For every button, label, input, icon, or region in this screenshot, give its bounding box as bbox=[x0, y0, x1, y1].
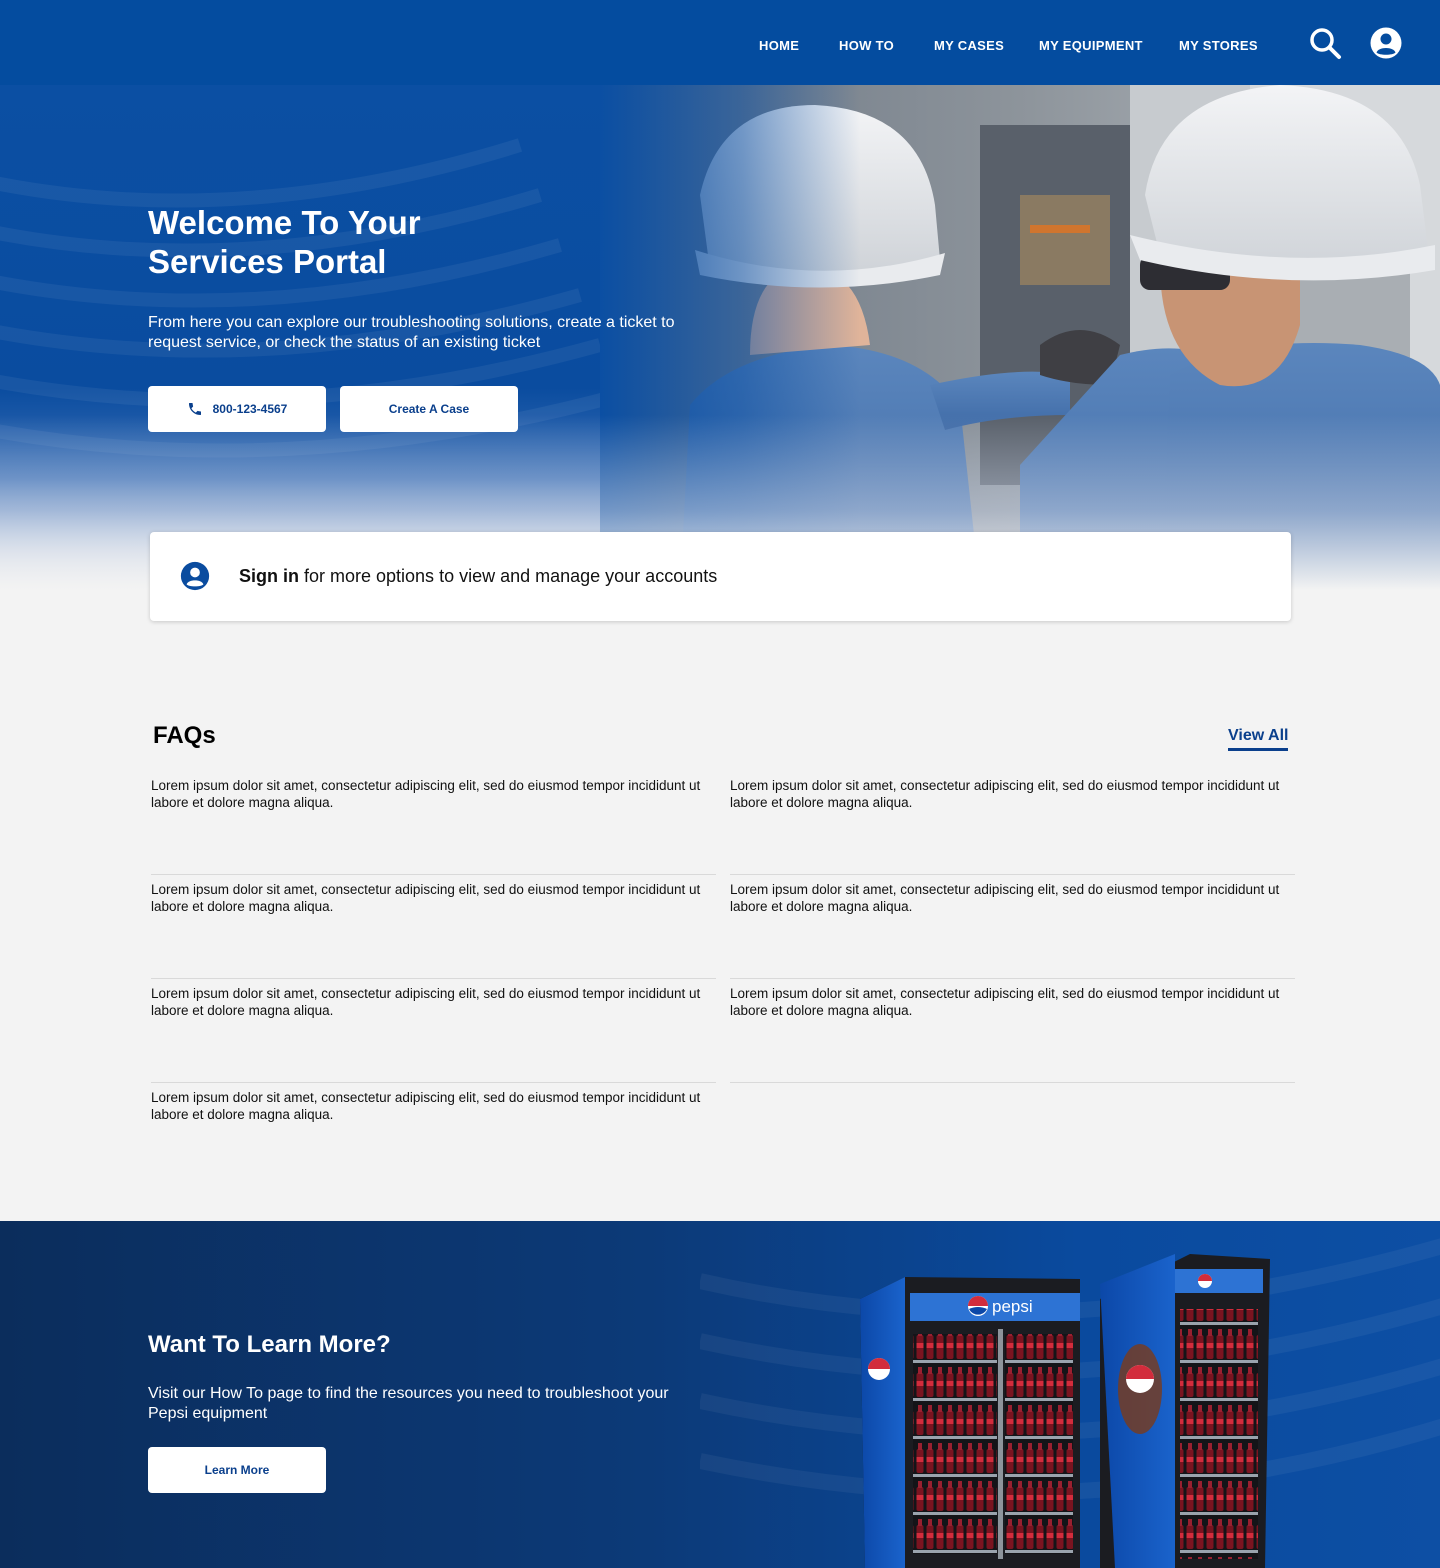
nav-item-home[interactable]: HOME bbox=[759, 38, 799, 53]
account-icon[interactable] bbox=[1369, 26, 1403, 60]
hero-title: Welcome To Your Services Portal bbox=[148, 203, 568, 281]
faq-item[interactable]: Lorem ipsum dolor sit amet, consectetur … bbox=[151, 875, 716, 979]
cooler-brand-text: pepsi bbox=[992, 1297, 1033, 1316]
faq-question: Lorem ipsum dolor sit amet, consectetur … bbox=[151, 882, 701, 914]
faq-item[interactable]: Lorem ipsum dolor sit amet, consectetur … bbox=[730, 979, 1295, 1083]
faq-item[interactable]: Lorem ipsum dolor sit amet, consectetur … bbox=[730, 875, 1295, 979]
faq-item[interactable]: Lorem ipsum dolor sit amet, consectetur … bbox=[151, 979, 716, 1083]
faq-question: Lorem ipsum dolor sit amet, consectetur … bbox=[730, 778, 1280, 810]
nav-links: HOME HOW TO MY CASES MY EQUIPMENT MY STO… bbox=[0, 0, 1440, 85]
learn-title: Want To Learn More? bbox=[148, 1331, 391, 1358]
create-case-button[interactable]: Create A Case bbox=[340, 386, 518, 432]
hero-section: Welcome To Your Services Portal From her… bbox=[0, 85, 1440, 590]
nav-item-my-equipment[interactable]: MY EQUIPMENT bbox=[1039, 38, 1143, 53]
signin-banner: Sign in for more options to view and man… bbox=[150, 532, 1291, 621]
phone-button[interactable]: 800-123-4567 bbox=[148, 386, 326, 432]
account-icon bbox=[180, 561, 210, 591]
pepsi-coolers-image: pepsi bbox=[860, 1254, 1270, 1568]
nav-item-my-stores[interactable]: MY STORES bbox=[1179, 38, 1258, 53]
faq-question: Lorem ipsum dolor sit amet, consectetur … bbox=[151, 986, 701, 1018]
top-nav: HOME HOW TO MY CASES MY EQUIPMENT MY STO… bbox=[0, 0, 1440, 85]
faq-item[interactable]: Lorem ipsum dolor sit amet, consectetur … bbox=[151, 1083, 716, 1187]
create-case-button-label: Create A Case bbox=[388, 402, 470, 416]
signin-message-text: for more options to view and manage your… bbox=[299, 566, 718, 586]
phone-button-label: 800-123-4567 bbox=[212, 402, 288, 416]
faq-item[interactable]: Lorem ipsum dolor sit amet, consectetur … bbox=[151, 771, 716, 875]
faq-title: FAQs bbox=[153, 722, 216, 749]
signin-message: Sign in for more options to view and man… bbox=[239, 566, 717, 587]
hero-title-line2: Services Portal bbox=[148, 243, 387, 280]
learn-more-section: Want To Learn More? Visit our How To pag… bbox=[0, 1221, 1440, 1568]
faq-question: Lorem ipsum dolor sit amet, consectetur … bbox=[730, 986, 1280, 1018]
learn-subtitle: Visit our How To page to find the resour… bbox=[148, 1385, 669, 1422]
faq-question: Lorem ipsum dolor sit amet, consectetur … bbox=[151, 778, 701, 810]
faq-item[interactable]: Lorem ipsum dolor sit amet, consectetur … bbox=[730, 771, 1295, 875]
hero-title-line1: Welcome To Your bbox=[148, 204, 421, 241]
search-icon[interactable] bbox=[1308, 26, 1342, 60]
faq-question: Lorem ipsum dolor sit amet, consectetur … bbox=[730, 882, 1280, 914]
nav-item-how-to[interactable]: HOW TO bbox=[839, 38, 894, 53]
learn-more-button-label: Learn More bbox=[204, 1463, 270, 1477]
faq-question: Lorem ipsum dolor sit amet, consectetur … bbox=[151, 1090, 701, 1122]
view-all-link[interactable]: View All bbox=[1228, 727, 1289, 751]
learn-more-button[interactable]: Learn More bbox=[148, 1447, 326, 1493]
nav-item-my-cases[interactable]: MY CASES bbox=[934, 38, 1004, 53]
hero-subtitle: From here you can explore our troublesho… bbox=[148, 314, 675, 351]
signin-link[interactable]: Sign in bbox=[239, 566, 299, 586]
phone-icon bbox=[188, 403, 201, 415]
